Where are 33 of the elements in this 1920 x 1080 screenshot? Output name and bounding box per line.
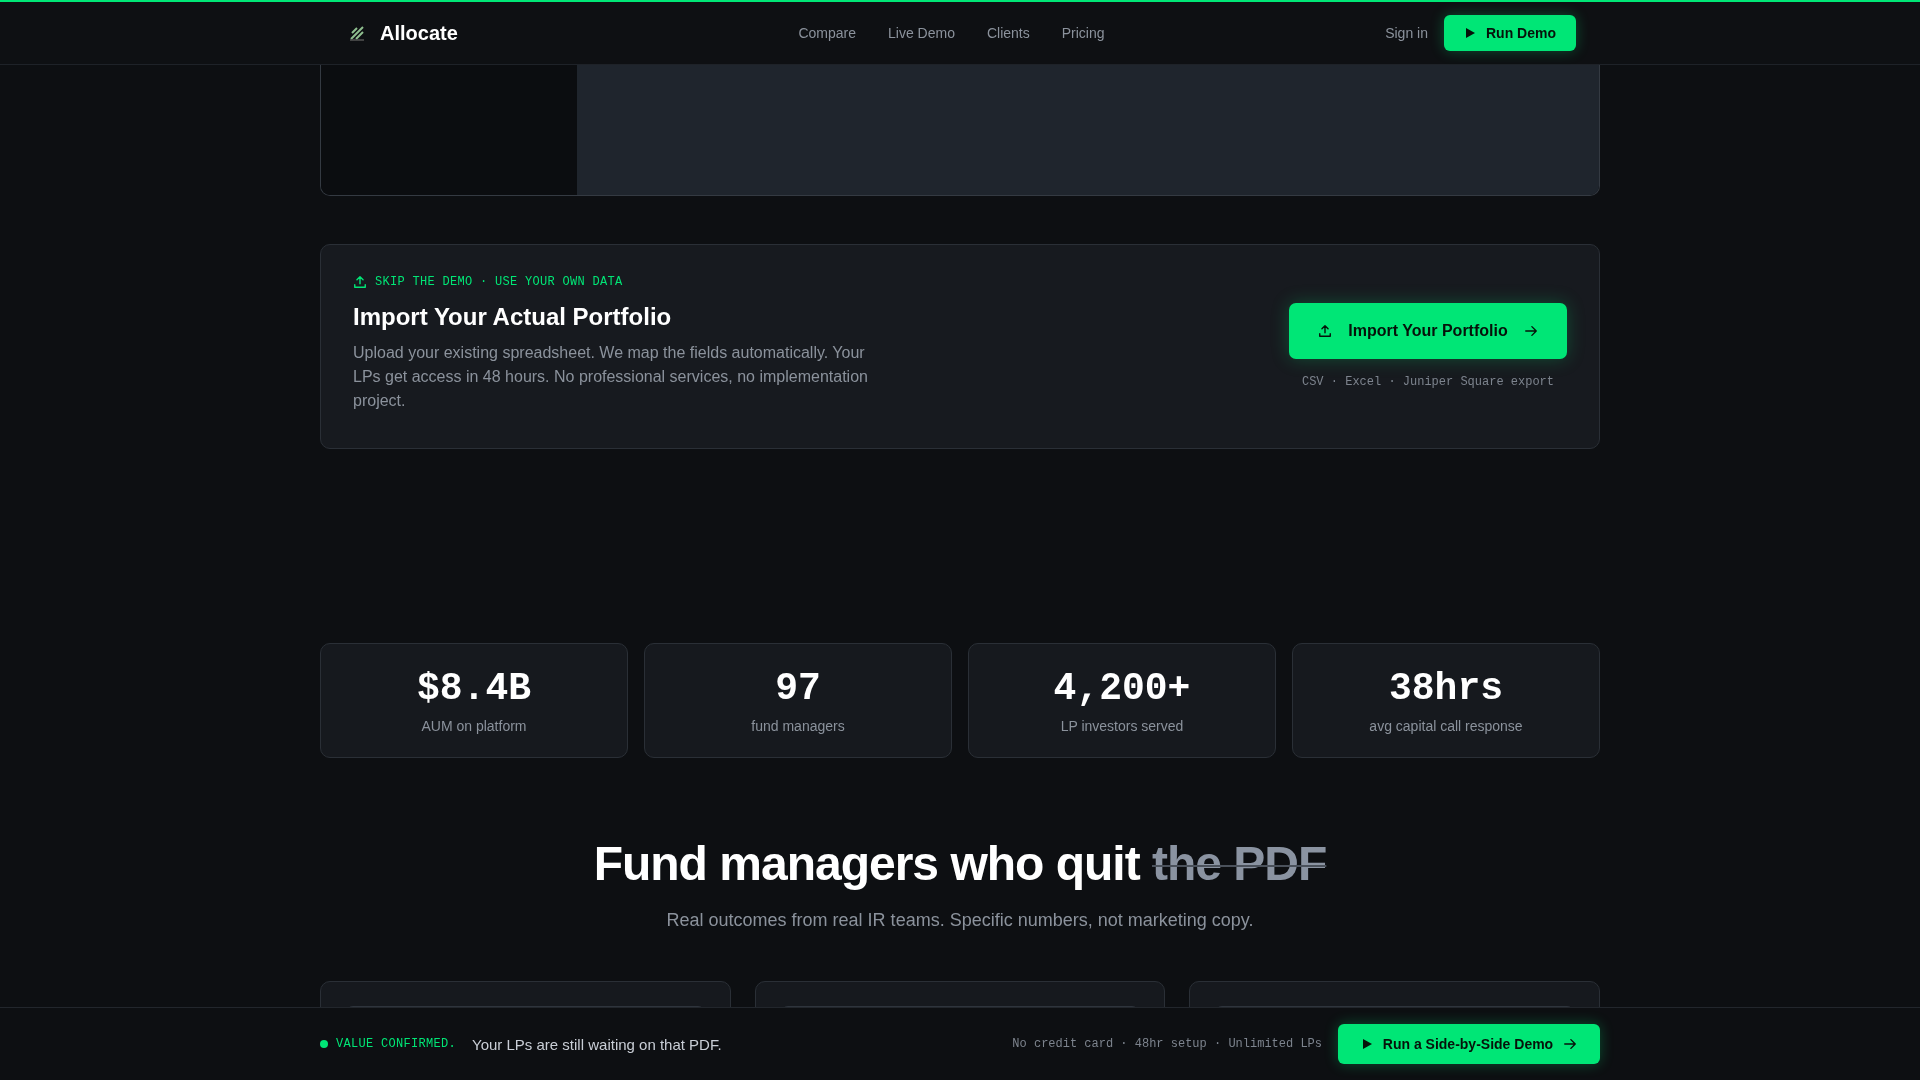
side-by-side-demo-button[interactable]: Run a Side-by-Side Demo [1338,1024,1600,1064]
nav-link[interactable]: Pricing [1061,25,1105,41]
import-portfolio-button[interactable]: Import Your Portfolio [1289,303,1567,359]
stat-value: $8.4B [417,667,531,710]
stat-label: LP investors served [1060,718,1184,734]
stat-value: 97 [775,667,821,710]
stat-label: fund managers [751,718,845,734]
section-subtitle: Real outcomes from real IR teams. Specific numbers, not marketing copy. [665,910,1255,931]
logo-icon [348,24,366,42]
arrow-right-icon [1563,1037,1578,1051]
status-label: VALUE CONFIRMED. [336,1037,457,1051]
upload-icon [1318,324,1333,338]
file-formats-note: CSV · Excel · Juniper Square export [1301,375,1554,389]
nav-link[interactable]: Clients [986,25,1030,41]
arrow-right-icon [1523,324,1538,338]
play-icon [1360,1038,1373,1050]
eyebrow-label: SKIP THE DEMO · USE YOUR OWN DATA [375,275,623,289]
stat-label: avg capital call response [1369,718,1523,734]
stat-value: 38hrs [1389,667,1503,710]
reminder-message: Your LPs are still waiting on that PDF. [472,1035,722,1053]
offer-notes: No credit card · 48hr setup · Unlimited LPs [1012,1037,1322,1051]
import-description: Upload your existing spreadsheet. We map the fields automatically. Your LPs get access in 48 hours. No professional services, no implementation project. [353,343,868,411]
sign-in-link[interactable]: Sign in [1385,25,1428,41]
nav-link[interactable]: Compare [798,25,857,41]
nav-link[interactable]: Live Demo [888,25,955,41]
upload-icon [353,275,367,289]
play-icon [1464,27,1476,39]
stat-value: 4,200+ [1053,667,1191,710]
run-demo-button[interactable]: Run Demo [1444,15,1576,51]
brand-name[interactable]: Allocate [380,21,458,45]
status-dot [320,1040,328,1048]
stat-label: AUM on platform [421,718,527,734]
import-title: Import Your Actual Portfolio [353,303,673,331]
